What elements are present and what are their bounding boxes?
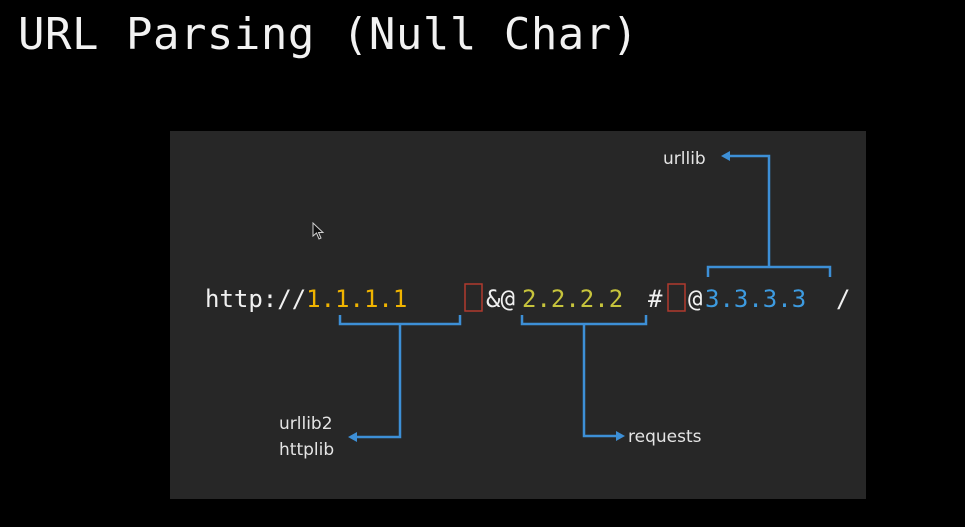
url-string: http://1.1.1.1: [205, 285, 407, 313]
url-tail: /: [836, 285, 850, 313]
url-parsing-diagram: http://1.1.1.1 &@ 2.2.2.2 # @ 3.3.3.3 / …: [205, 149, 850, 460]
label-requests: requests: [628, 427, 702, 447]
url-separator-2: #: [648, 285, 663, 313]
arrow-head-urllib: [721, 151, 730, 161]
mouse-cursor-icon: [312, 222, 325, 240]
url-host-3: 3.3.3.3: [705, 285, 806, 313]
arrow-head-requests: [616, 431, 625, 441]
label-urllib: urllib: [663, 149, 706, 169]
label-urllib2: urllib2: [279, 414, 333, 434]
url-separator-3: @: [688, 285, 702, 313]
bracket-host-2: [520, 315, 648, 438]
bracket-host-1: [338, 315, 462, 439]
url-host-1: 1.1.1.1: [306, 285, 407, 313]
url-scheme: http://: [205, 285, 306, 313]
null-char-box-2: [667, 283, 686, 312]
bracket-host-3: [706, 154, 832, 277]
url-host-2: 2.2.2.2: [522, 285, 623, 313]
slide-title: URL Parsing (Null Char): [18, 9, 639, 60]
url-separator-1: &@: [486, 285, 515, 313]
null-char-box-1: [464, 283, 483, 312]
label-httplib: httplib: [279, 440, 334, 460]
diagram-panel: http://1.1.1.1 &@ 2.2.2.2 # @ 3.3.3.3 / …: [170, 131, 866, 499]
arrow-head-urllib2: [348, 432, 357, 442]
